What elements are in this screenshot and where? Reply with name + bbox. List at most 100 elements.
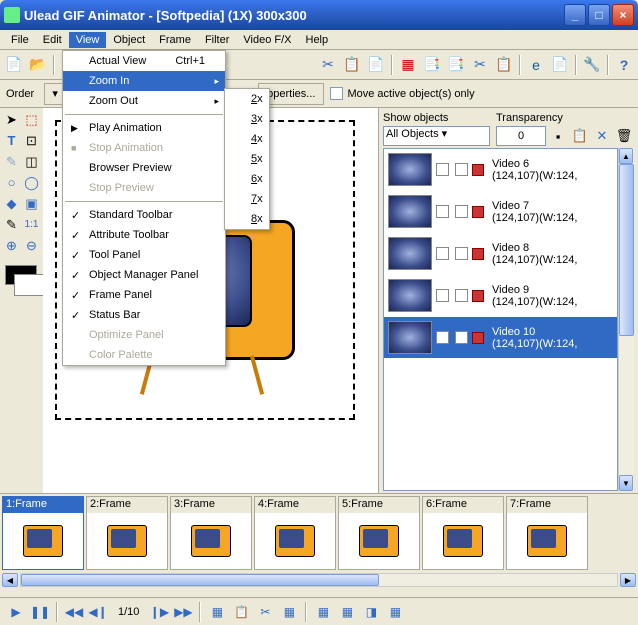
zoom-4x[interactable]: 4x bbox=[225, 129, 271, 149]
scroll-thumb[interactable] bbox=[619, 164, 634, 336]
frame-item[interactable]: 4:Frame bbox=[254, 496, 336, 570]
scroll-left-button[interactable]: ◀ bbox=[2, 573, 18, 587]
one-to-one-tool[interactable]: 1:1 bbox=[22, 215, 41, 234]
object-item[interactable]: Video 6(124,107)(W:124, bbox=[384, 149, 617, 191]
settings-button[interactable]: 🔧 bbox=[581, 54, 603, 76]
object-visible-checkbox[interactable] bbox=[436, 163, 449, 176]
object-item[interactable]: Video 8(124,107)(W:124, bbox=[384, 233, 617, 275]
menu-videofx[interactable]: Video F/X bbox=[236, 32, 298, 48]
tool-button[interactable]: 📄 bbox=[549, 54, 571, 76]
fill-tool[interactable]: ◆ bbox=[2, 194, 21, 213]
frame-item[interactable]: 1:Frame bbox=[2, 496, 84, 570]
frame-item[interactable]: 2:Frame bbox=[86, 496, 168, 570]
frame-item[interactable]: 7:Frame bbox=[506, 496, 588, 570]
tool-button[interactable]: ▦ bbox=[279, 602, 299, 622]
object-lock-checkbox[interactable] bbox=[455, 247, 468, 260]
transform-tool[interactable]: ▣ bbox=[22, 194, 41, 213]
paste-button[interactable]: 📄 bbox=[365, 54, 387, 76]
menu-zoom-in[interactable]: Zoom In bbox=[63, 71, 225, 91]
tool-button[interactable]: ✂ bbox=[255, 602, 275, 622]
tool-button[interactable]: ▦ bbox=[385, 602, 405, 622]
menu-file[interactable]: File bbox=[4, 32, 36, 48]
help-button[interactable]: ? bbox=[613, 54, 635, 76]
eraser-tool[interactable]: ◫ bbox=[22, 152, 41, 171]
menu-attribute-toolbar[interactable]: Attribute Toolbar bbox=[63, 225, 225, 245]
obj-tool-button[interactable]: 🗑 bbox=[614, 126, 634, 146]
first-frame-button[interactable]: ◀◀ bbox=[64, 602, 84, 622]
object-visible-checkbox[interactable] bbox=[436, 289, 449, 302]
zoom-8x[interactable]: 8x bbox=[225, 209, 271, 229]
crop-tool[interactable]: ⊡ bbox=[22, 131, 41, 150]
pointer-tool[interactable]: ➤ bbox=[2, 110, 21, 129]
menu-frame[interactable]: Frame bbox=[152, 32, 198, 48]
browser-button[interactable]: e bbox=[525, 54, 547, 76]
object-list[interactable]: Video 6(124,107)(W:124,Video 7(124,107)(… bbox=[383, 148, 618, 491]
tool-button[interactable]: ▦ bbox=[337, 602, 357, 622]
scroll-right-button[interactable]: ▶ bbox=[620, 573, 636, 587]
last-frame-button[interactable]: ▶▶ bbox=[173, 602, 193, 622]
play-button[interactable]: ▶ bbox=[6, 602, 26, 622]
color-swatch[interactable] bbox=[5, 265, 37, 285]
brush-tool[interactable]: ✎ bbox=[2, 152, 21, 171]
menu-filter[interactable]: Filter bbox=[198, 32, 236, 48]
menu-object[interactable]: Object bbox=[106, 32, 152, 48]
zoom-3x[interactable]: 3x bbox=[225, 109, 271, 129]
frame-scrollbar[interactable]: ◀ ▶ bbox=[0, 572, 638, 588]
copy-frame-button[interactable]: 📋 bbox=[231, 602, 251, 622]
menu-object-manager[interactable]: Object Manager Panel bbox=[63, 265, 225, 285]
eyedropper-tool[interactable]: ✎ bbox=[2, 215, 21, 234]
tool-button[interactable]: ▦ bbox=[313, 602, 333, 622]
zoom-in-tool[interactable]: ⊕ bbox=[2, 236, 21, 255]
minimize-button[interactable]: _ bbox=[564, 4, 586, 26]
scroll-down-button[interactable]: ▼ bbox=[619, 475, 633, 491]
transparency-apply-icon[interactable]: ▪ bbox=[548, 126, 568, 146]
frame-item[interactable]: 6:Frame bbox=[422, 496, 504, 570]
zoom-out-tool[interactable]: ⊖ bbox=[22, 236, 41, 255]
scroll-up-button[interactable]: ▲ bbox=[619, 148, 633, 164]
zoom-5x[interactable]: 5x bbox=[225, 149, 271, 169]
tool-button[interactable]: 📑 bbox=[445, 54, 467, 76]
copy-button[interactable]: 📋 bbox=[341, 54, 363, 76]
menu-zoom-out[interactable]: Zoom Out bbox=[63, 91, 225, 111]
menu-play-animation[interactable]: Play Animation bbox=[63, 118, 225, 138]
menu-status-bar[interactable]: Status Bar bbox=[63, 305, 225, 325]
object-visible-checkbox[interactable] bbox=[436, 205, 449, 218]
zoom-6x[interactable]: 6x bbox=[225, 169, 271, 189]
frame-item[interactable]: 3:Frame bbox=[170, 496, 252, 570]
maximize-button[interactable]: □ bbox=[588, 4, 610, 26]
object-lock-checkbox[interactable] bbox=[455, 205, 468, 218]
object-item[interactable]: Video 10(124,107)(W:124, bbox=[384, 317, 617, 359]
object-lock-checkbox[interactable] bbox=[455, 289, 468, 302]
show-objects-select[interactable]: All Objects ▾ bbox=[383, 126, 490, 146]
copy-obj-button[interactable]: 📋 bbox=[570, 126, 590, 146]
menu-browser-preview[interactable]: Browser Preview bbox=[63, 158, 225, 178]
menu-view[interactable]: View bbox=[69, 32, 107, 48]
frame-strip[interactable]: 1:Frame2:Frame3:Frame4:Frame5:Frame6:Fra… bbox=[0, 494, 638, 572]
delete-obj-button[interactable]: ✕ bbox=[592, 126, 612, 146]
transparency-spinner[interactable]: 0 bbox=[496, 126, 546, 146]
object-item[interactable]: Video 7(124,107)(W:124, bbox=[384, 191, 617, 233]
object-scrollbar[interactable]: ▲ ▼ bbox=[618, 148, 634, 491]
object-lock-checkbox[interactable] bbox=[455, 331, 468, 344]
frame-item[interactable]: 5:Frame bbox=[338, 496, 420, 570]
tool-button[interactable]: ◨ bbox=[361, 602, 381, 622]
open-button[interactable]: 📂 bbox=[27, 54, 49, 76]
close-button[interactable]: × bbox=[612, 4, 634, 26]
object-lock-checkbox[interactable] bbox=[455, 163, 468, 176]
tool-button[interactable]: 📑 bbox=[421, 54, 443, 76]
menu-standard-toolbar[interactable]: Standard Toolbar bbox=[63, 205, 225, 225]
pause-button[interactable]: ❚❚ bbox=[30, 602, 50, 622]
object-visible-checkbox[interactable] bbox=[436, 247, 449, 260]
zoom-2x[interactable]: 2x bbox=[225, 89, 271, 109]
tool-button[interactable]: ▦ bbox=[397, 54, 419, 76]
zoom-7x[interactable]: 7x bbox=[225, 189, 271, 209]
frame-scroll-thumb[interactable] bbox=[21, 574, 379, 586]
ellipse-tool[interactable]: ○ bbox=[2, 173, 21, 192]
cut-button[interactable]: ✂ bbox=[317, 54, 339, 76]
menu-help[interactable]: Help bbox=[299, 32, 336, 48]
text-tool[interactable]: T bbox=[2, 131, 21, 150]
next-frame-button[interactable]: ❙▶ bbox=[149, 602, 169, 622]
menu-frame-panel[interactable]: Frame Panel bbox=[63, 285, 225, 305]
move-active-checkbox[interactable]: Move active object(s) only bbox=[330, 87, 474, 100]
object-visible-checkbox[interactable] bbox=[436, 331, 449, 344]
